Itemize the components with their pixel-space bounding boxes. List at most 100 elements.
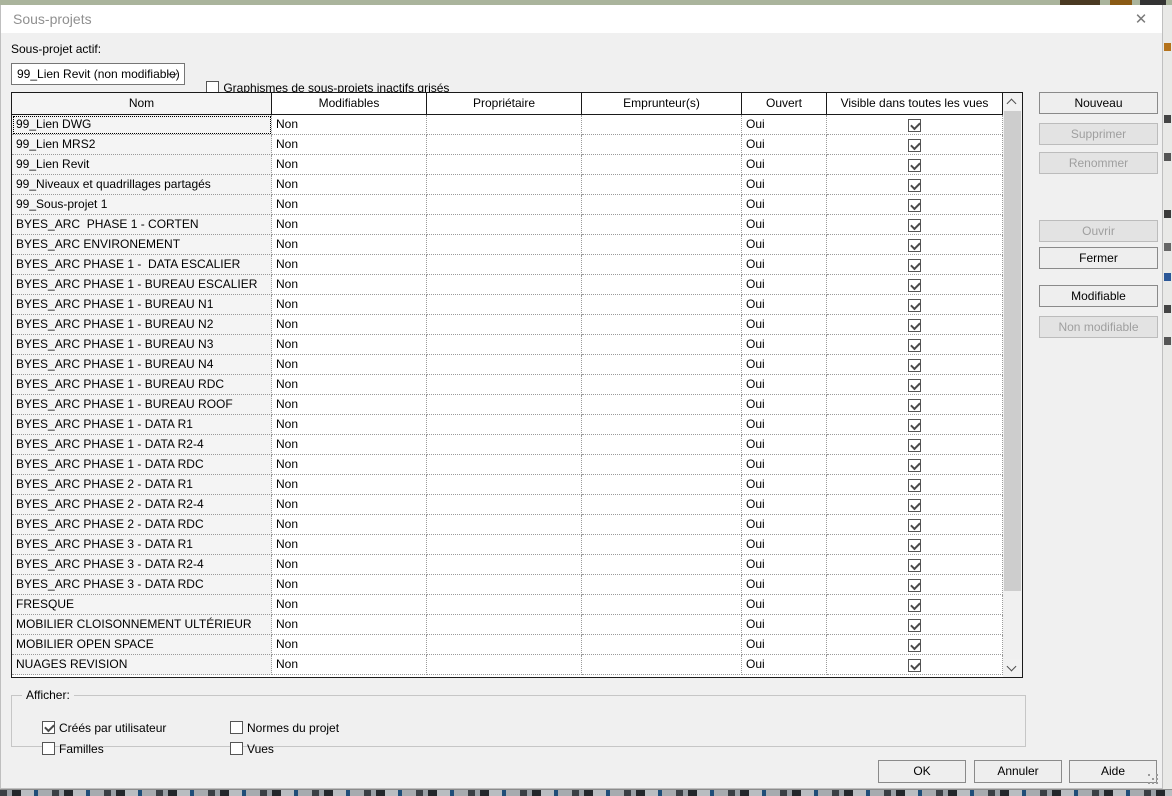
modifiable-cell[interactable]: Non: [272, 455, 427, 475]
borrowers-cell[interactable]: [582, 615, 742, 635]
owner-cell[interactable]: [427, 575, 582, 595]
open-cell[interactable]: Oui: [742, 535, 827, 555]
visible-cell[interactable]: [827, 275, 1003, 295]
owner-cell[interactable]: [427, 415, 582, 435]
visible-cell[interactable]: [827, 575, 1003, 595]
table-row[interactable]: BYES_ARC PHASE 3 - DATA RDCNonOui: [12, 575, 1003, 595]
borrowers-cell[interactable]: [582, 455, 742, 475]
borrowers-cell[interactable]: [582, 575, 742, 595]
table-row[interactable]: 99_Lien RevitNonOui: [12, 155, 1003, 175]
crees-par-utilisateur-checkbox[interactable]: Créés par utilisateur: [22, 706, 166, 721]
scrollbar-down-icon[interactable]: [1003, 659, 1022, 677]
open-cell[interactable]: Oui: [742, 515, 827, 535]
open-cell[interactable]: Oui: [742, 415, 827, 435]
active-workset-dropdown[interactable]: 99_Lien Revit (non modifiable): [11, 63, 185, 85]
table-row[interactable]: 99_Lien MRS2NonOui: [12, 135, 1003, 155]
owner-cell[interactable]: [427, 115, 582, 135]
table-row[interactable]: BYES_ARC PHASE 1 - BUREAU ESCALIERNonOui: [12, 275, 1003, 295]
owner-cell[interactable]: [427, 315, 582, 335]
borrowers-cell[interactable]: [582, 555, 742, 575]
modifiable-cell[interactable]: Non: [272, 175, 427, 195]
workset-name-cell[interactable]: 99_Lien MRS2: [12, 135, 272, 155]
modifiable-cell[interactable]: Non: [272, 395, 427, 415]
table-row[interactable]: 99_Niveaux et quadrillages partagésNonOu…: [12, 175, 1003, 195]
borrowers-cell[interactable]: [582, 195, 742, 215]
workset-name-cell[interactable]: BYES_ARC PHASE 3 - DATA R2-4: [12, 555, 272, 575]
visible-checkbox-icon[interactable]: [908, 659, 921, 672]
modifiable-cell[interactable]: Non: [272, 415, 427, 435]
visible-cell[interactable]: [827, 495, 1003, 515]
annuler-button[interactable]: Annuler: [974, 760, 1062, 783]
borrowers-cell[interactable]: [582, 595, 742, 615]
table-row[interactable]: 99_Lien DWGNonOui: [12, 115, 1003, 135]
visible-checkbox-icon[interactable]: [908, 479, 921, 492]
borrowers-cell[interactable]: [582, 355, 742, 375]
table-row[interactable]: BYES_ARC PHASE 1 - BUREAU N2NonOui: [12, 315, 1003, 335]
table-row[interactable]: BYES_ARC PHASE 1 - DATA RDCNonOui: [12, 455, 1003, 475]
close-icon[interactable]: ✕: [1130, 9, 1152, 31]
workset-name-cell[interactable]: NUAGES REVISION: [12, 655, 272, 675]
column-header-ouvert[interactable]: Ouvert: [742, 93, 827, 114]
modifiable-cell[interactable]: Non: [272, 595, 427, 615]
workset-name-cell[interactable]: BYES_ARC PHASE 2 - DATA RDC: [12, 515, 272, 535]
vues-checkbox[interactable]: Vues: [210, 727, 274, 742]
modifiable-cell[interactable]: Non: [272, 535, 427, 555]
open-cell[interactable]: Oui: [742, 375, 827, 395]
resize-grip[interactable]: [1148, 774, 1158, 784]
visible-cell[interactable]: [827, 615, 1003, 635]
visible-checkbox-icon[interactable]: [908, 379, 921, 392]
owner-cell[interactable]: [427, 435, 582, 455]
borrowers-cell[interactable]: [582, 115, 742, 135]
visible-checkbox-icon[interactable]: [908, 639, 921, 652]
workset-name-cell[interactable]: BYES_ARC PHASE 1 - BUREAU N1: [12, 295, 272, 315]
owner-cell[interactable]: [427, 295, 582, 315]
borrowers-cell[interactable]: [582, 295, 742, 315]
open-cell[interactable]: Oui: [742, 315, 827, 335]
visible-checkbox-icon[interactable]: [908, 419, 921, 432]
owner-cell[interactable]: [427, 255, 582, 275]
owner-cell[interactable]: [427, 555, 582, 575]
open-cell[interactable]: Oui: [742, 435, 827, 455]
open-cell[interactable]: Oui: [742, 455, 827, 475]
workset-name-cell[interactable]: BYES_ARC PHASE 1 - BUREAU N3: [12, 335, 272, 355]
visible-cell[interactable]: [827, 135, 1003, 155]
workset-name-cell[interactable]: BYES_ARC ENVIRONEMENT: [12, 235, 272, 255]
renommer-button[interactable]: Renommer: [1039, 152, 1158, 174]
borrowers-cell[interactable]: [582, 135, 742, 155]
borrowers-cell[interactable]: [582, 395, 742, 415]
visible-cell[interactable]: [827, 415, 1003, 435]
nouveau-button[interactable]: Nouveau: [1039, 92, 1158, 114]
table-row[interactable]: BYES_ARC PHASE 2 - DATA R2-4NonOui: [12, 495, 1003, 515]
table-row[interactable]: NUAGES REVISIONNonOui: [12, 655, 1003, 675]
visible-cell[interactable]: [827, 455, 1003, 475]
visible-checkbox-icon[interactable]: [908, 619, 921, 632]
open-cell[interactable]: Oui: [742, 595, 827, 615]
visible-cell[interactable]: [827, 175, 1003, 195]
workset-name-cell[interactable]: BYES_ARC PHASE 1 - BUREAU N4: [12, 355, 272, 375]
owner-cell[interactable]: [427, 475, 582, 495]
visible-cell[interactable]: [827, 355, 1003, 375]
scrollbar-up-icon[interactable]: [1003, 93, 1022, 111]
column-header-proprietaire[interactable]: Propriétaire: [427, 93, 582, 114]
modifiable-cell[interactable]: Non: [272, 655, 427, 675]
visible-checkbox-icon[interactable]: [908, 319, 921, 332]
visible-cell[interactable]: [827, 155, 1003, 175]
open-cell[interactable]: Oui: [742, 355, 827, 375]
ok-button[interactable]: OK: [878, 760, 966, 783]
owner-cell[interactable]: [427, 215, 582, 235]
modifiable-cell[interactable]: Non: [272, 215, 427, 235]
workset-name-cell[interactable]: 99_Niveaux et quadrillages partagés: [12, 175, 272, 195]
workset-name-cell[interactable]: MOBILIER OPEN SPACE: [12, 635, 272, 655]
checkbox-icon[interactable]: [42, 742, 55, 755]
visible-checkbox-icon[interactable]: [908, 139, 921, 152]
owner-cell[interactable]: [427, 455, 582, 475]
table-row[interactable]: 99_Sous-projet 1NonOui: [12, 195, 1003, 215]
open-cell[interactable]: Oui: [742, 635, 827, 655]
visible-checkbox-icon[interactable]: [908, 199, 921, 212]
workset-name-cell[interactable]: 99_Sous-projet 1: [12, 195, 272, 215]
modifiable-cell[interactable]: Non: [272, 155, 427, 175]
table-scrollbar[interactable]: [1003, 93, 1022, 677]
visible-checkbox-icon[interactable]: [908, 519, 921, 532]
owner-cell[interactable]: [427, 495, 582, 515]
visible-cell[interactable]: [827, 195, 1003, 215]
